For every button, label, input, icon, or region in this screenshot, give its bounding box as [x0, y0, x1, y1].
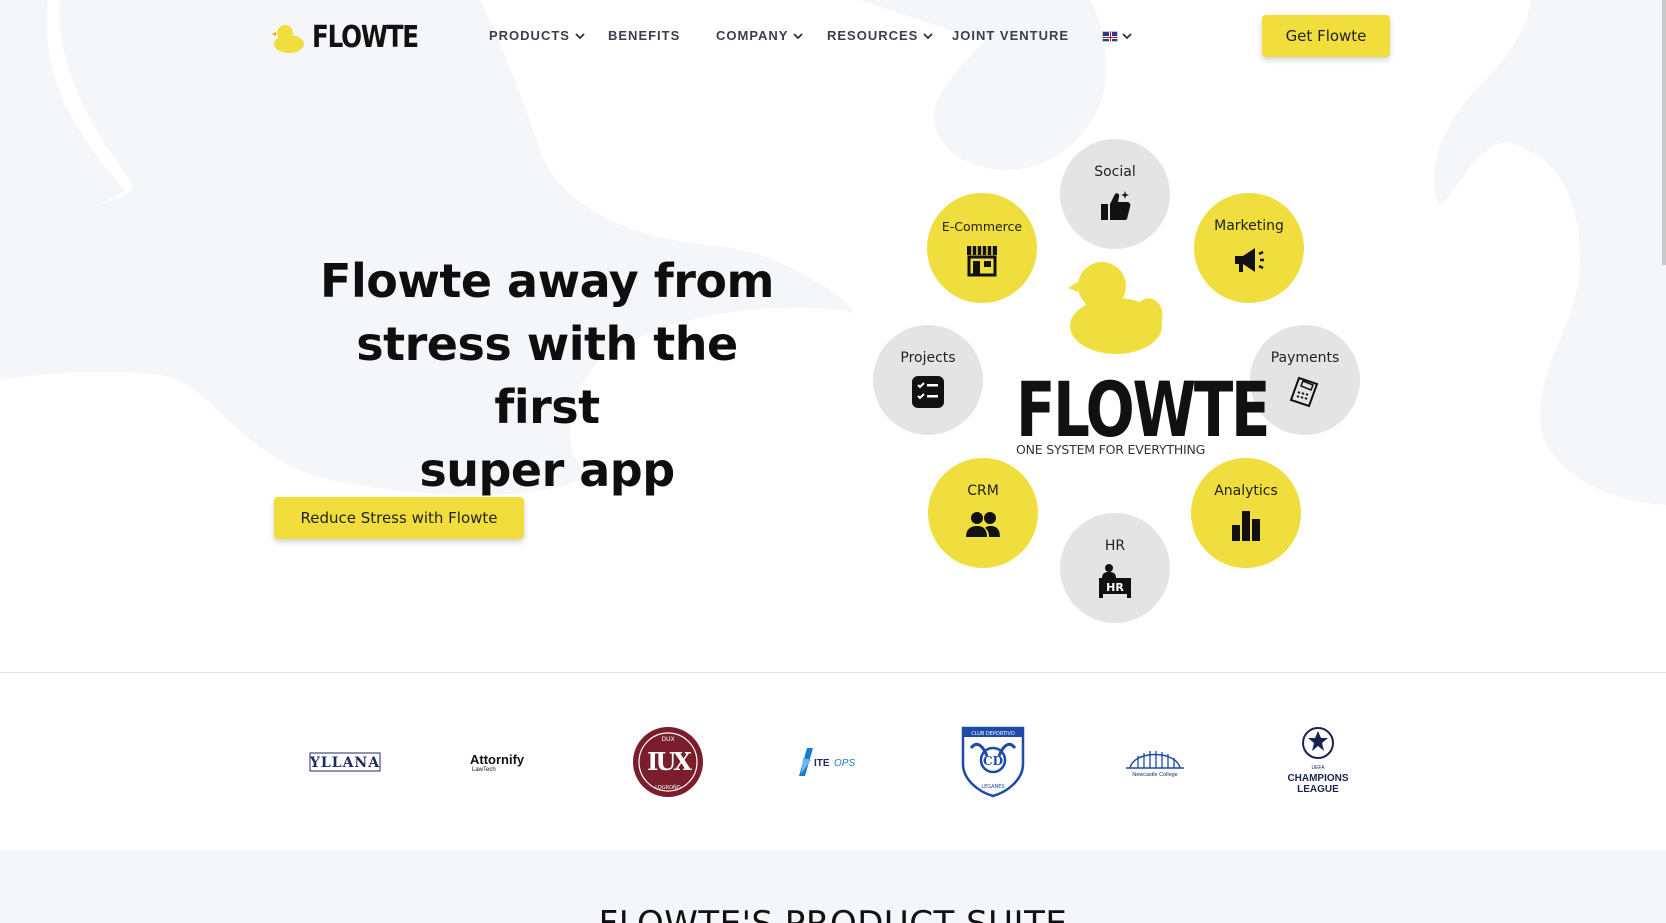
svg-text:DUX: DUX [661, 736, 674, 743]
center-flowte-logo: FLOWTE ONE SYSTEM FOR EVERYTHING [1016, 258, 1270, 458]
chevron-down-icon [575, 32, 585, 39]
svg-text:CLUB DEPORTIVO: CLUB DEPORTIVO [971, 731, 1015, 737]
svg-text:Newcastle College: Newcastle College [1132, 772, 1178, 778]
users-icon [966, 512, 1000, 537]
chevron-down-icon [923, 32, 933, 39]
nav-products[interactable]: PRODUCTS [489, 28, 586, 43]
partner-champions-league[interactable]: UEFA CHAMPIONS LEAGUE [1280, 725, 1356, 799]
reduce-stress-button[interactable]: Reduce Stress with Flowte [274, 497, 524, 539]
newcastle-college-logo-icon: Newcastle College [1126, 751, 1184, 778]
module-hr[interactable]: HR HR [1060, 513, 1170, 623]
module-hr-label: HR [1104, 538, 1126, 554]
svg-text:ITE: ITE [814, 758, 830, 769]
module-analytics-label: Analytics [1214, 483, 1278, 499]
svg-text:HR: HR [1106, 581, 1124, 594]
nav-company[interactable]: COMPANY [716, 28, 804, 43]
svg-text:UEFA: UEFA [1311, 765, 1325, 771]
module-crm-label: CRM [967, 483, 999, 499]
logo-text: FLOWTE [312, 20, 419, 55]
center-logo-text: FLOWTE [1016, 365, 1270, 454]
svg-text:OPS: OPS [834, 758, 855, 769]
attornify-name: Attornify [470, 751, 525, 767]
get-flowte-button[interactable]: Get Flowte [1262, 15, 1390, 57]
svg-text:IUX: IUX [647, 747, 692, 776]
hr-desk-icon: HR [1099, 564, 1131, 598]
svg-text:CHAMPIONS: CHAMPIONS [1287, 773, 1348, 784]
hero-title-line-3: super app [419, 443, 675, 497]
nav-company-label: COMPANY [716, 28, 789, 43]
module-projects-label: Projects [900, 350, 956, 366]
cd-leganes-logo-icon: CLUB DEPORTIVO CD LEGANÉS [961, 726, 1025, 798]
hero-title-line-2: stress with the first [356, 317, 738, 434]
attornify-sub: LawTech [472, 766, 496, 773]
partner-attornify[interactable]: Attornify LawTech [470, 725, 570, 799]
svg-text:LEAGUE: LEAGUE [1297, 784, 1339, 795]
language-selector[interactable] [1102, 30, 1133, 42]
nav-products-label: PRODUCTS [489, 28, 570, 43]
background-blobs [0, 0, 1666, 672]
svg-text:YLLANA: YLLANA [309, 755, 380, 771]
iteops-logo-icon: ITE OPS [799, 748, 855, 776]
uk-flag-icon [1102, 30, 1118, 42]
module-analytics[interactable]: Analytics [1191, 458, 1301, 568]
module-e-commerce-label: E-Commerce [941, 218, 1023, 234]
champions-league-logo-icon: UEFA CHAMPIONS LEAGUE [1287, 727, 1349, 795]
megaphone-icon [1235, 248, 1264, 272]
duck-icon [272, 24, 304, 53]
chevron-down-icon [1122, 33, 1132, 40]
partner-dux-logrono[interactable]: IUX DUX LOGROÑO [630, 725, 706, 799]
module-social[interactable]: Social [1060, 139, 1170, 249]
nav-resources-label: RESOURCES [827, 28, 919, 43]
module-marketing-label: Marketing [1214, 218, 1284, 234]
module-payments-label: Payments [1270, 350, 1340, 366]
nav-resources[interactable]: RESOURCES [827, 28, 934, 43]
svg-text:LOGROÑO: LOGROÑO [655, 784, 681, 791]
partner-yllana[interactable]: YLLANA [300, 725, 390, 799]
site-header: FLOWTE PRODUCTS BENEFITS COMPANY RESOURC… [0, 0, 1666, 72]
bar-chart-icon [1232, 511, 1260, 541]
partner-cd-leganes[interactable]: CLUB DEPORTIVO CD LEGANÉS [955, 725, 1031, 799]
module-projects[interactable]: Projects [873, 325, 983, 435]
checklist-icon [912, 376, 944, 408]
nav-joint-venture-label: JOINT VENTURE [952, 28, 1070, 43]
module-crm[interactable]: CRM [928, 458, 1038, 568]
chevron-down-icon [793, 32, 804, 39]
svg-text:LEGANÉS: LEGANÉS [981, 782, 1004, 790]
nav-benefits[interactable]: BENEFITS [608, 28, 680, 43]
module-social-label: Social [1094, 164, 1136, 180]
thumbs-up-icon [1101, 191, 1131, 220]
card-terminal-icon [1289, 376, 1319, 408]
flowte-logo[interactable]: FLOWTE [272, 20, 441, 55]
hero-title-line-1: Flowte away from [320, 254, 774, 308]
svg-text:CD: CD [983, 754, 1003, 768]
nav-joint-venture[interactable]: JOINT VENTURE [952, 28, 1069, 43]
nav-benefits-label: BENEFITS [608, 28, 681, 43]
partner-newcastle-college[interactable]: Newcastle College [1122, 725, 1188, 799]
storefront-icon [967, 245, 997, 276]
hero-title: Flowte away from stress with the first s… [300, 250, 794, 502]
product-suite-section: FLOWTE'S PRODUCT SUITE [0, 850, 1666, 923]
partners-band: YLLANA Attornify LawTech IUX DUX LOGROÑO… [0, 672, 1666, 850]
yllana-logo-icon: YLLANA [309, 752, 381, 772]
partner-iteops[interactable]: ITE OPS [795, 725, 865, 799]
product-suite-title: FLOWTE'S PRODUCT SUITE [0, 904, 1666, 923]
dux-logrono-logo-icon: IUX DUX LOGROÑO [633, 727, 703, 797]
